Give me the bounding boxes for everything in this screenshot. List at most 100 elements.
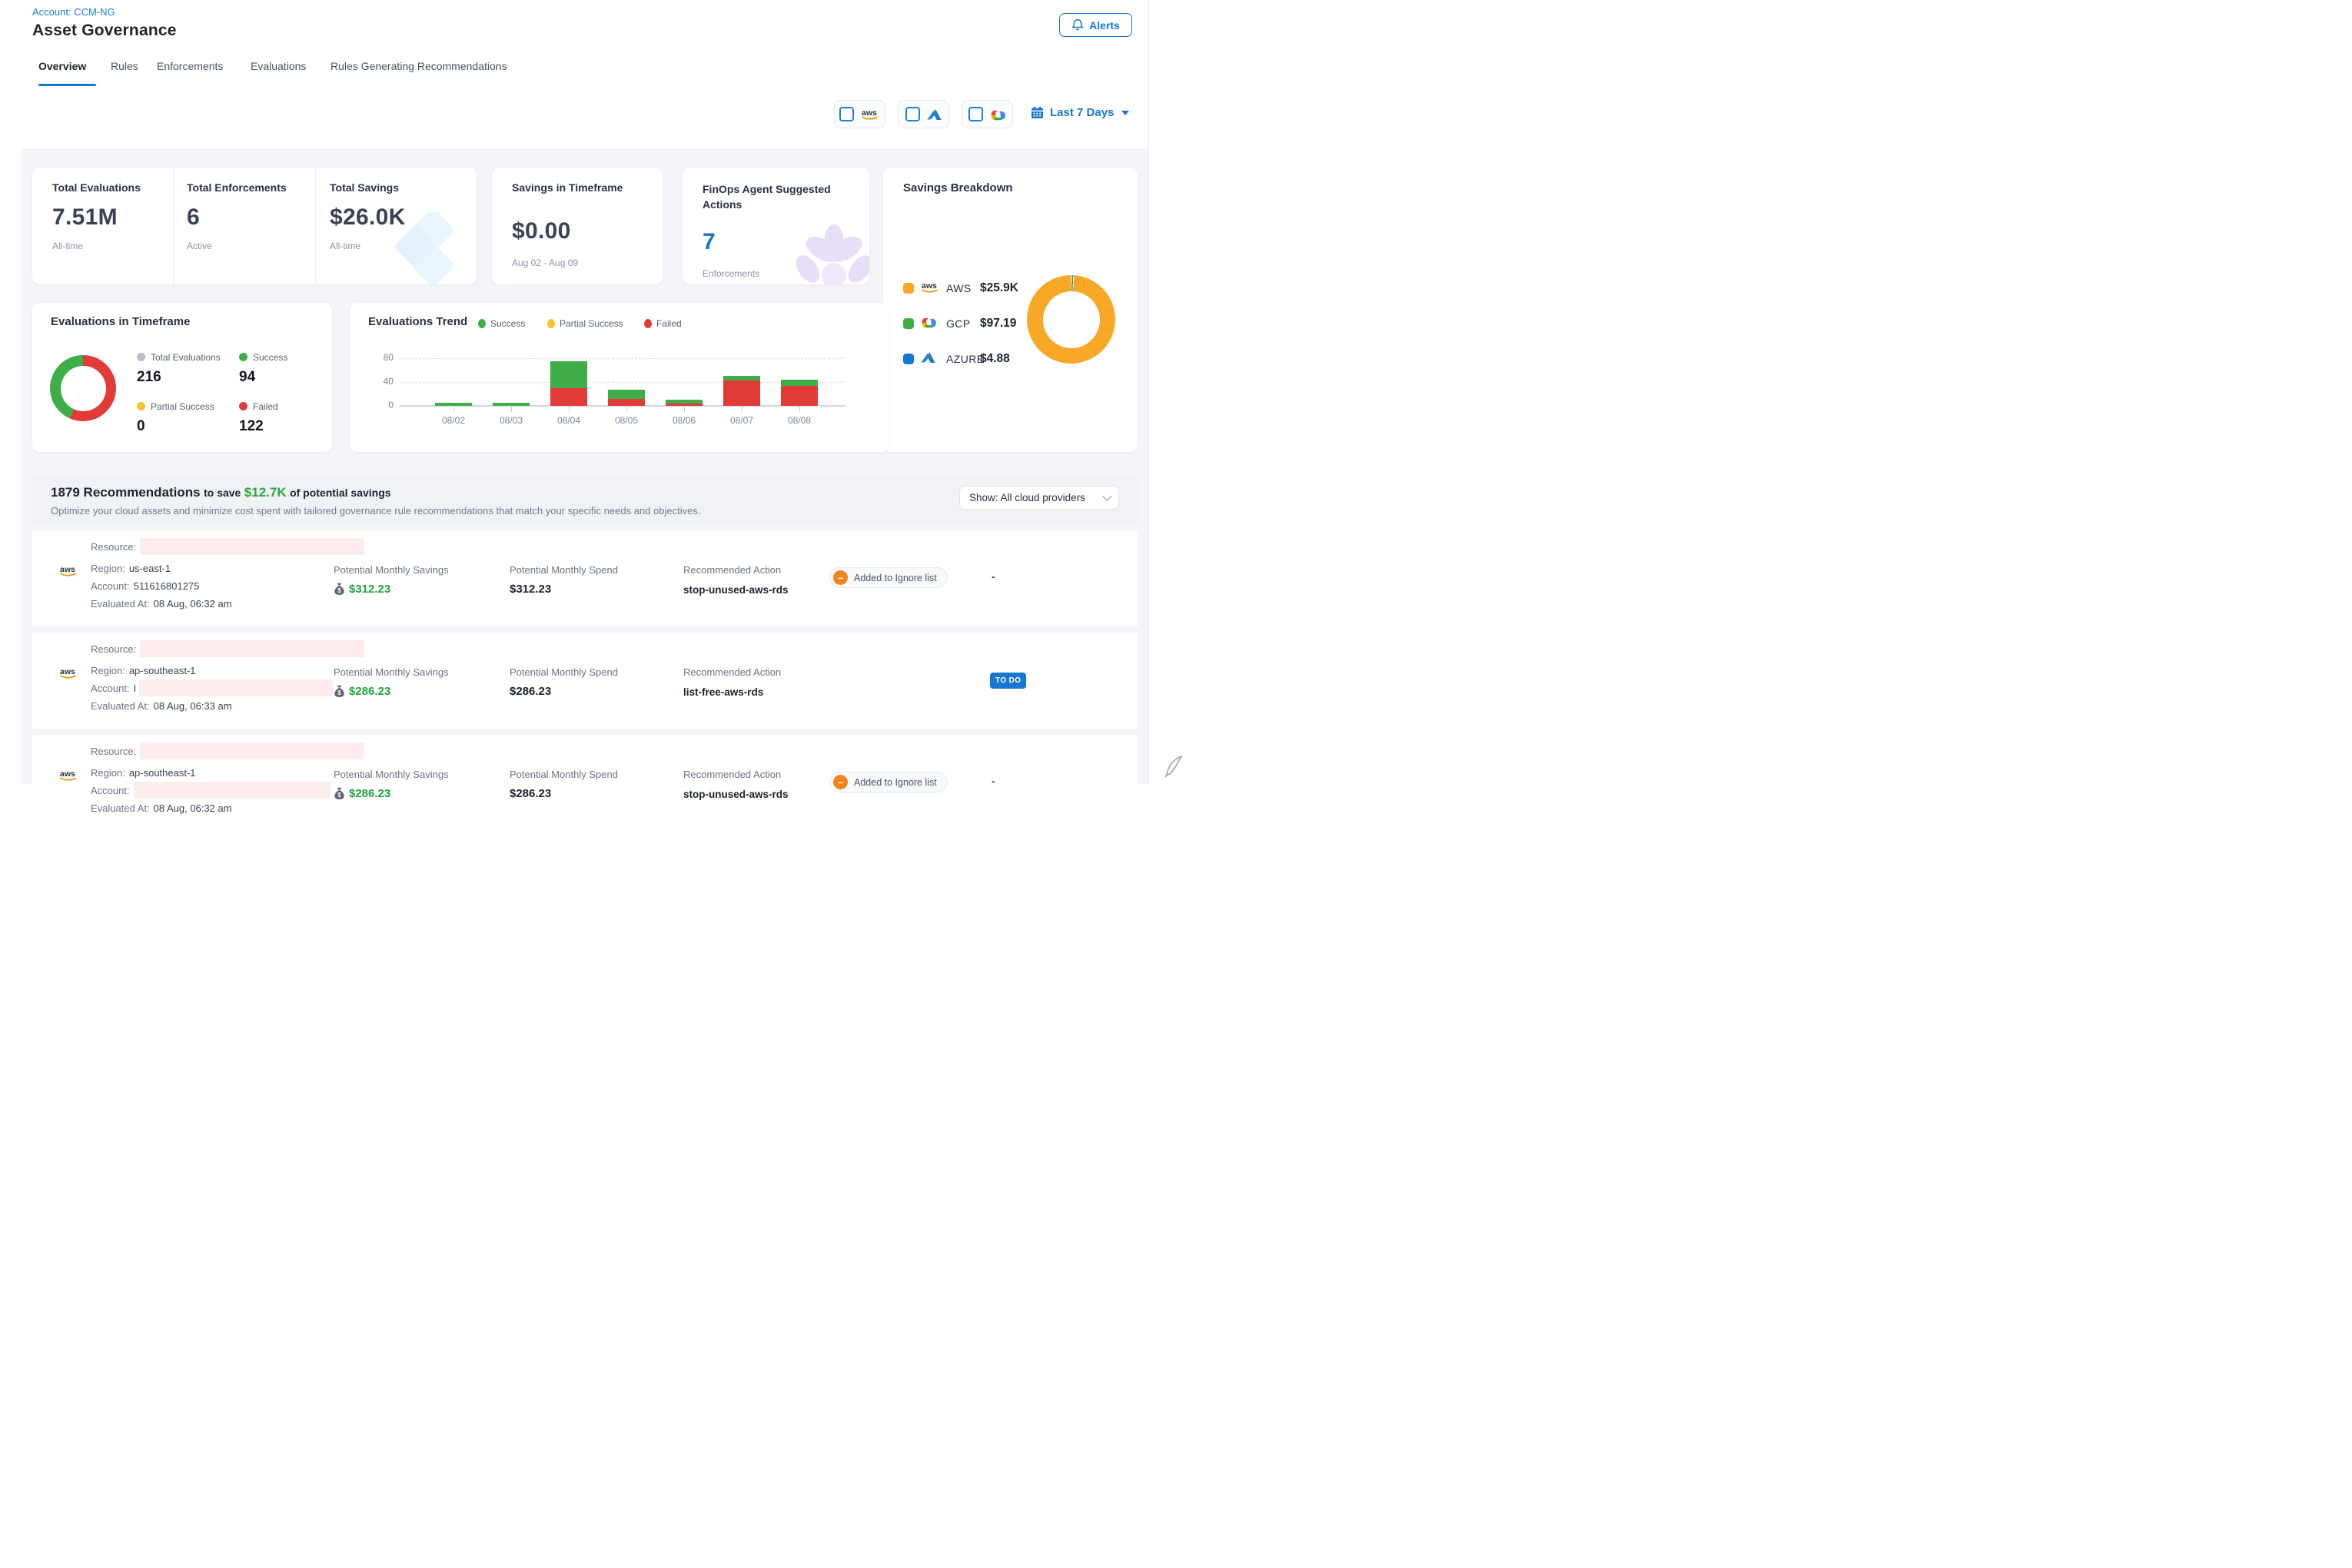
recommendations-card: 1879 Recommendations to save $12.7K of p… [32,474,1138,859]
page-title: Asset Governance [32,22,177,40]
cloud-provider-filter-dropdown[interactable]: Show: All cloud providers [959,486,1119,510]
legend-provider-label: GCP [946,317,971,330]
minus-circle-icon: – [833,570,848,585]
minus-circle-icon: – [833,775,848,789]
recommendation-row[interactable]: aws Resource: Region:ap-southeast-1 Acco… [32,735,1138,859]
date-range-label: Last 7 Days [1050,106,1114,119]
flower-watermark [788,221,869,284]
tab-bar: Overview Rules Enforcements Evaluations Rule… [22,53,1148,87]
legend-dot [137,402,145,410]
legend-provider-value: $4.88 [980,352,1010,366]
action-value: list-free-aws-rds [683,686,781,698]
evaluated-at-value: 08 Aug, 06:32 am [154,598,232,610]
legend-dot [137,353,145,361]
provider-filter-aws[interactable]: aws [834,100,885,128]
legend-number: 122 [239,418,278,435]
evaluated-at-label: Evaluated At: [91,802,150,814]
action-value: stop-unused-aws-rds [683,584,789,596]
recommendations-amount: $12.7K [244,485,287,500]
provider-logo: aws [58,666,79,683]
svg-text:aws: aws [60,667,75,676]
trend-bar-08/08[interactable] [781,380,818,406]
evaluated-at-value: 08 Aug, 06:33 am [154,700,232,712]
y-axis-tick: 80 [367,352,394,363]
bell-icon [1071,18,1084,32]
alerts-button-label: Alerts [1089,19,1120,32]
azure-checkbox[interactable] [905,107,920,121]
svg-text:$: $ [337,587,341,594]
page-header: Account: CCM-NG Asset Governance Alerts [22,0,1148,54]
total-savings-label: Total Savings [330,181,477,194]
trend-bar-08/05[interactable] [608,390,645,406]
savings-breakdown-card: Savings Breakdown aws AWS $25.9K GCP $97… [883,168,1138,452]
gcp-checkbox[interactable] [968,107,983,121]
aws-checkbox[interactable] [839,107,854,121]
total-evaluations-value: 7.51M [52,204,173,231]
tab-rules-generating-recommendations[interactable]: Rules Generating Recommendations [331,60,507,72]
account-value: 511616801275 [134,580,200,592]
legend-provider-label: AZURE [946,353,984,365]
evaluated-at-value: 08 Aug, 06:32 am [154,802,232,814]
gcp-icon [920,316,938,328]
ignore-list-pill[interactable]: –Added to Ignore list [829,567,948,588]
provider-logo: aws [58,564,79,581]
ignore-list-label: Added to Ignore list [854,573,937,583]
savings-breakdown-donut-chart [1027,275,1115,364]
calendar-icon [1031,106,1044,119]
spend-value: $286.23 [510,787,618,800]
tab-rules[interactable]: Rules [111,60,138,72]
ignore-list-label: Added to Ignore list [854,777,937,788]
savings-label: Potential Monthly Savings [334,666,449,678]
legend-provider-label: AWS [946,282,972,294]
provider-filter-gcp[interactable] [962,100,1013,128]
finops-agent-label: FinOps Agent Suggested Actions [703,181,849,212]
trend-bar-08/04[interactable] [550,361,587,406]
empty-status-dash: - [992,570,995,583]
caret-down-icon [1121,111,1129,115]
x-axis-label: 08/08 [776,415,822,426]
legend-color-swatch [903,318,914,329]
trend-bar-08/06[interactable] [666,400,703,406]
trend-bar-08/07[interactable] [723,376,760,406]
account-breadcrumb-link[interactable]: Account: CCM-NG [32,6,115,18]
savings-timeframe-sub: Aug 02 - Aug 09 [512,257,578,268]
savings-label: Potential Monthly Savings [334,769,449,780]
svg-text:aws: aws [60,769,75,779]
alerts-button[interactable]: Alerts [1059,13,1132,37]
filter-bar: aws Last 7 Days [22,86,1148,148]
redacted-account-value [134,782,331,799]
evaluations-trend-card: Evaluations Trend Success Partial Succes… [350,303,889,452]
region-label: Region: [91,665,125,676]
action-label: Recommended Action [683,769,789,780]
date-range-picker[interactable]: Last 7 Days [1031,106,1129,119]
ignore-list-pill[interactable]: –Added to Ignore list [829,772,948,792]
recommendation-row[interactable]: aws Resource: Region:us-east-1 Account:5… [32,530,1138,626]
total-evaluations-label: Total Evaluations [52,181,173,194]
evaluations-in-timeframe-card: Evaluations in Timeframe Total Evaluatio… [32,303,332,452]
feedback-pencil-icon[interactable] [1162,755,1182,778]
evaluations-timeframe-donut-chart [50,355,116,421]
recommendation-row[interactable]: aws Resource: Region:ap-southeast-1 Acco… [32,633,1138,729]
trend-bar-08/02[interactable] [435,403,472,406]
aws-icon: aws [920,281,941,294]
total-enforcements-label: Total Enforcements [187,181,315,194]
tab-evaluations[interactable]: Evaluations [251,60,306,72]
svg-text:aws: aws [60,565,75,574]
spend-label: Potential Monthly Spend [510,564,618,576]
summary-stats-card: Total Evaluations 7.51M All-time Total E… [32,168,477,284]
tab-overview[interactable]: Overview [38,60,86,72]
region-label: Region: [91,767,125,779]
todo-badge[interactable]: TO DO [990,673,1026,689]
trend-bar-08/03[interactable] [493,403,530,406]
money-bag-icon: $ [334,787,345,800]
legend-provider-value: $97.19 [980,317,1016,331]
recommendations-subtitle: Optimize your cloud assets and minimize … [51,505,700,517]
x-axis-label: 08/07 [719,415,765,426]
tab-enforcements[interactable]: Enforcements [157,60,223,72]
provider-filter-azure[interactable] [898,100,949,128]
redacted-resource-value [140,742,364,759]
aws-icon: aws [58,564,79,577]
savings-timeframe-value: $0.00 [512,218,571,244]
evaluations-legend-partial-success: Partial Success 0 [137,400,214,435]
gcp-icon [989,108,1007,121]
